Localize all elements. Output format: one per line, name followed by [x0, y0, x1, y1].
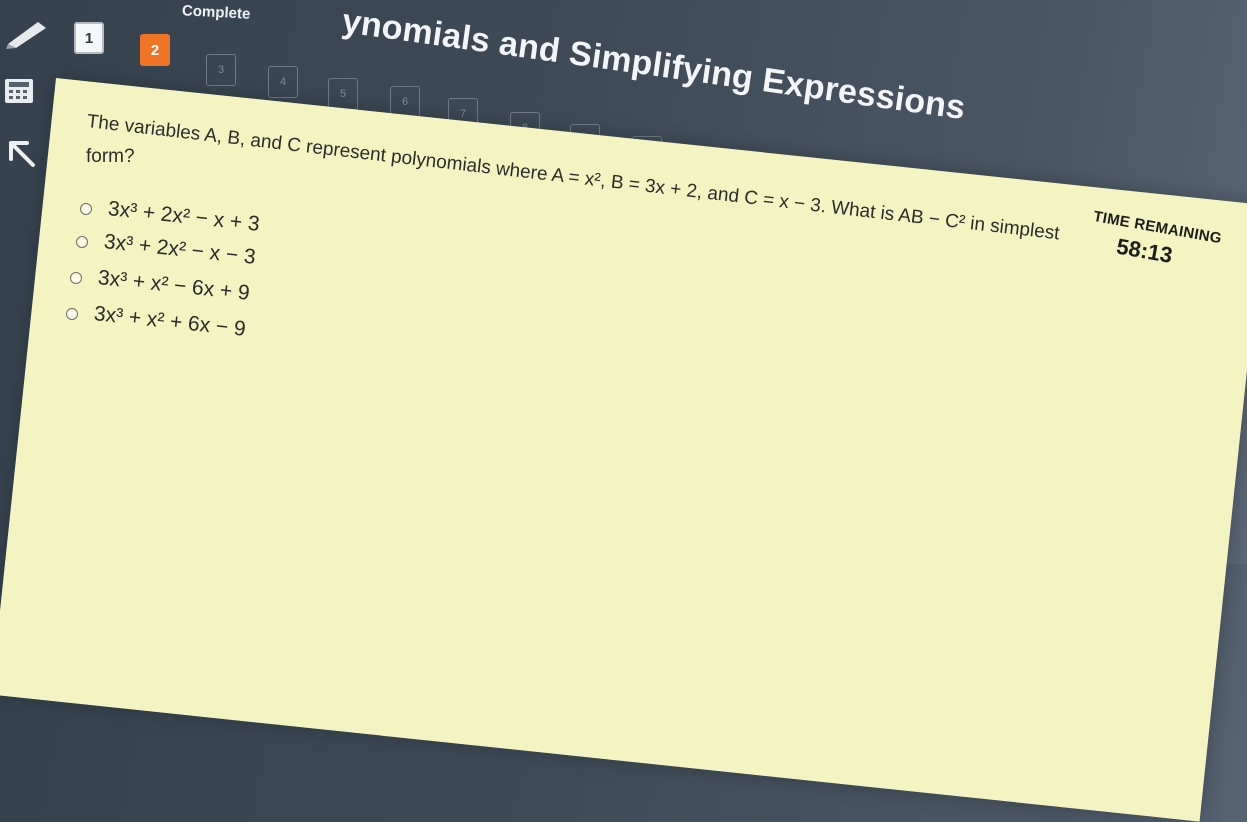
question-button-3[interactable]: 3	[206, 54, 236, 86]
pencil-icon[interactable]	[4, 12, 50, 52]
calculator-icon[interactable]	[2, 76, 38, 106]
radio-button[interactable]	[76, 236, 88, 248]
app-screen: Complete 1 2 3 4 5 6 7 8 9 10 ynomials a…	[0, 0, 1247, 822]
radio-button[interactable]	[80, 203, 92, 215]
answer-choice-2[interactable]: 3x³ + 2x² − x − 3	[76, 230, 257, 269]
question-button-4[interactable]: 4	[268, 66, 298, 98]
question-button-2[interactable]: 2	[140, 34, 170, 66]
question-form-word: form?	[86, 146, 135, 167]
answer-choice-4[interactable]: 3x³ + x² + 6x − 9	[66, 302, 247, 341]
answer-choice-3[interactable]: 3x³ + x² − 6x + 9	[70, 266, 251, 305]
question-button-1[interactable]: 1	[74, 22, 104, 54]
up-arrow-icon[interactable]	[4, 136, 42, 170]
answer-choice-1[interactable]: 3x³ + 2x² − x + 3	[80, 197, 261, 236]
radio-button[interactable]	[70, 272, 82, 284]
radio-button[interactable]	[66, 308, 78, 320]
question-button-5[interactable]: 5	[328, 78, 358, 110]
